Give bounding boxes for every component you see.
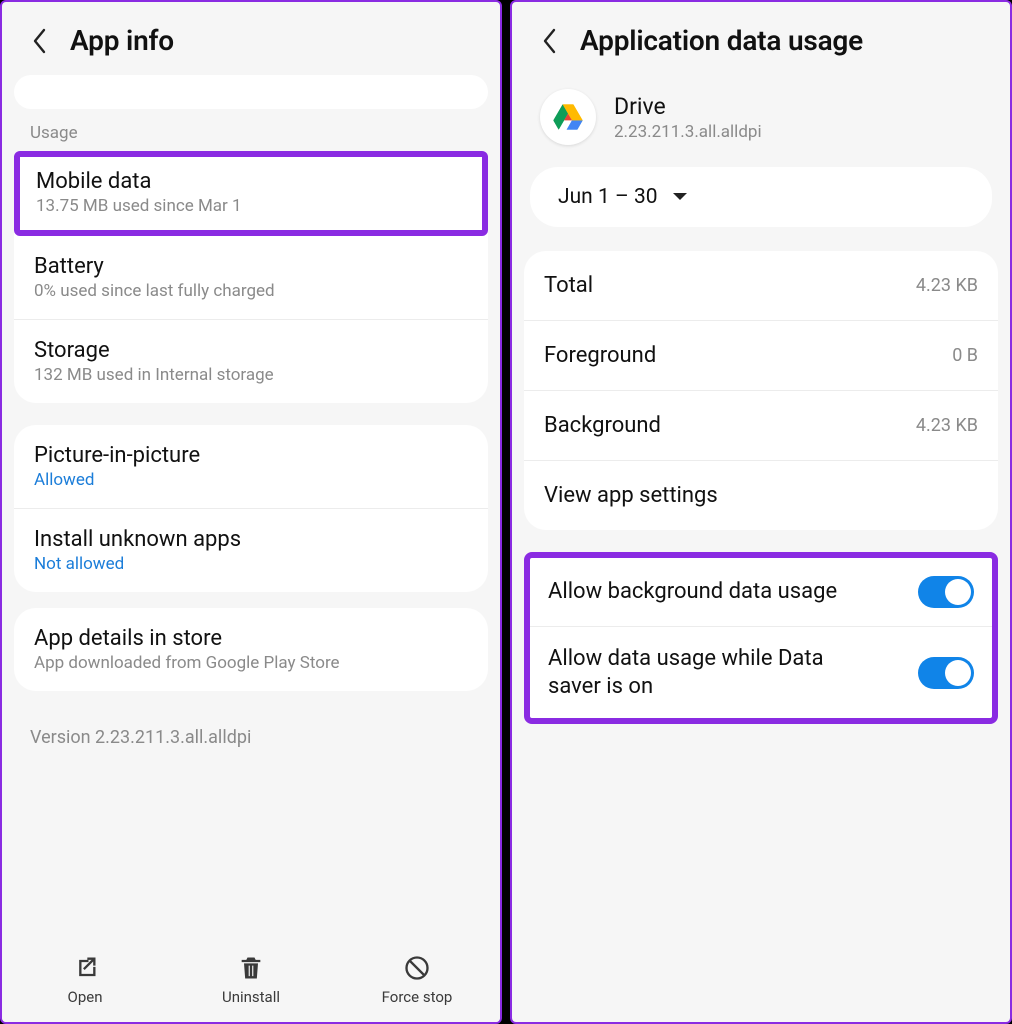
view-app-settings-label: View app settings xyxy=(544,483,718,508)
details-card: App details in store App downloaded from… xyxy=(14,608,488,691)
total-label: Total xyxy=(544,273,593,298)
open-icon xyxy=(71,954,99,982)
app-package: 2.23.211.3.all.alldpi xyxy=(614,122,762,142)
app-info-screen: App info Usage Mobile data 13.75 MB used… xyxy=(0,0,502,1024)
header: App info xyxy=(2,2,500,75)
usage-card-top: Mobile data 13.75 MB used since Mar 1 xyxy=(14,151,488,236)
app-row: Drive 2.23.211.3.all.alldpi xyxy=(512,75,1010,163)
storage-sub: 132 MB used in Internal storage xyxy=(34,365,468,385)
background-row: Background 4.23 KB xyxy=(524,391,998,461)
foreground-label: Foreground xyxy=(544,343,656,368)
total-value: 4.23 KB xyxy=(916,275,978,296)
open-button[interactable]: Open xyxy=(15,954,155,1006)
page-title: App info xyxy=(70,24,174,57)
trash-icon xyxy=(237,954,265,982)
back-icon[interactable] xyxy=(540,31,560,51)
background-value: 4.23 KB xyxy=(916,415,978,436)
pip-status: Allowed xyxy=(34,470,468,490)
unknown-apps-title: Install unknown apps xyxy=(34,527,468,552)
allow-bg-data-toggle[interactable] xyxy=(918,576,974,608)
unknown-apps-status: Not allowed xyxy=(34,554,468,574)
allow-bg-data-label: Allow background data usage xyxy=(548,578,837,606)
allow-data-saver-row[interactable]: Allow data usage while Data saver is on xyxy=(530,627,992,718)
app-details-item[interactable]: App details in store App downloaded from… xyxy=(14,608,488,691)
pip-item[interactable]: Picture-in-picture Allowed xyxy=(14,425,488,509)
section-label-usage: Usage xyxy=(2,123,500,151)
force-stop-label: Force stop xyxy=(382,988,453,1006)
date-range-selector[interactable]: Jun 1 – 30 xyxy=(530,167,992,227)
foreground-value: 0 B xyxy=(952,345,978,366)
version-label: Version 2.23.211.3.all.alldpi xyxy=(2,699,500,776)
back-icon[interactable] xyxy=(30,31,50,51)
battery-item[interactable]: Battery 0% used since last fully charged xyxy=(14,236,488,320)
app-details-sub: App downloaded from Google Play Store xyxy=(34,653,468,673)
chevron-down-icon xyxy=(672,192,688,202)
permissions-card: Picture-in-picture Allowed Install unkno… xyxy=(14,425,488,592)
card-peek xyxy=(14,75,488,109)
uninstall-button[interactable]: Uninstall xyxy=(181,954,321,1006)
mobile-data-item[interactable]: Mobile data 13.75 MB used since Mar 1 xyxy=(14,151,488,236)
total-row: Total 4.23 KB xyxy=(524,251,998,321)
drive-app-icon xyxy=(540,89,596,145)
page-title: Application data usage xyxy=(580,24,863,57)
toggles-card: Allow background data usage Allow data u… xyxy=(524,552,998,724)
open-label: Open xyxy=(68,988,103,1006)
foreground-row: Foreground 0 B xyxy=(524,321,998,391)
uninstall-label: Uninstall xyxy=(222,988,280,1006)
pip-title: Picture-in-picture xyxy=(34,443,468,468)
stop-icon xyxy=(403,954,431,982)
battery-sub: 0% used since last fully charged xyxy=(34,281,468,301)
app-meta: Drive 2.23.211.3.all.alldpi xyxy=(614,93,762,142)
view-app-settings[interactable]: View app settings xyxy=(524,461,998,530)
app-name: Drive xyxy=(614,93,762,120)
allow-data-saver-toggle[interactable] xyxy=(918,657,974,689)
allow-data-saver-label: Allow data usage while Data saver is on xyxy=(548,645,878,700)
allow-bg-data-row[interactable]: Allow background data usage xyxy=(530,558,992,627)
bottom-bar: Open Uninstall Force stop xyxy=(2,946,500,1022)
usage-card: Battery 0% used since last fully charged… xyxy=(14,236,488,403)
data-usage-screen: Application data usage Drive xyxy=(510,0,1012,1024)
mobile-data-title: Mobile data xyxy=(36,169,466,194)
unknown-apps-item[interactable]: Install unknown apps Not allowed xyxy=(14,509,488,592)
app-details-title: App details in store xyxy=(34,626,468,651)
force-stop-button[interactable]: Force stop xyxy=(347,954,487,1006)
storage-title: Storage xyxy=(34,338,468,363)
header: Application data usage xyxy=(512,2,1010,75)
storage-item[interactable]: Storage 132 MB used in Internal storage xyxy=(14,320,488,403)
date-range-label: Jun 1 – 30 xyxy=(558,185,658,209)
mobile-data-sub: 13.75 MB used since Mar 1 xyxy=(36,196,466,216)
battery-title: Battery xyxy=(34,254,468,279)
usage-card: Total 4.23 KB Foreground 0 B Background … xyxy=(524,251,998,530)
background-label: Background xyxy=(544,413,661,438)
